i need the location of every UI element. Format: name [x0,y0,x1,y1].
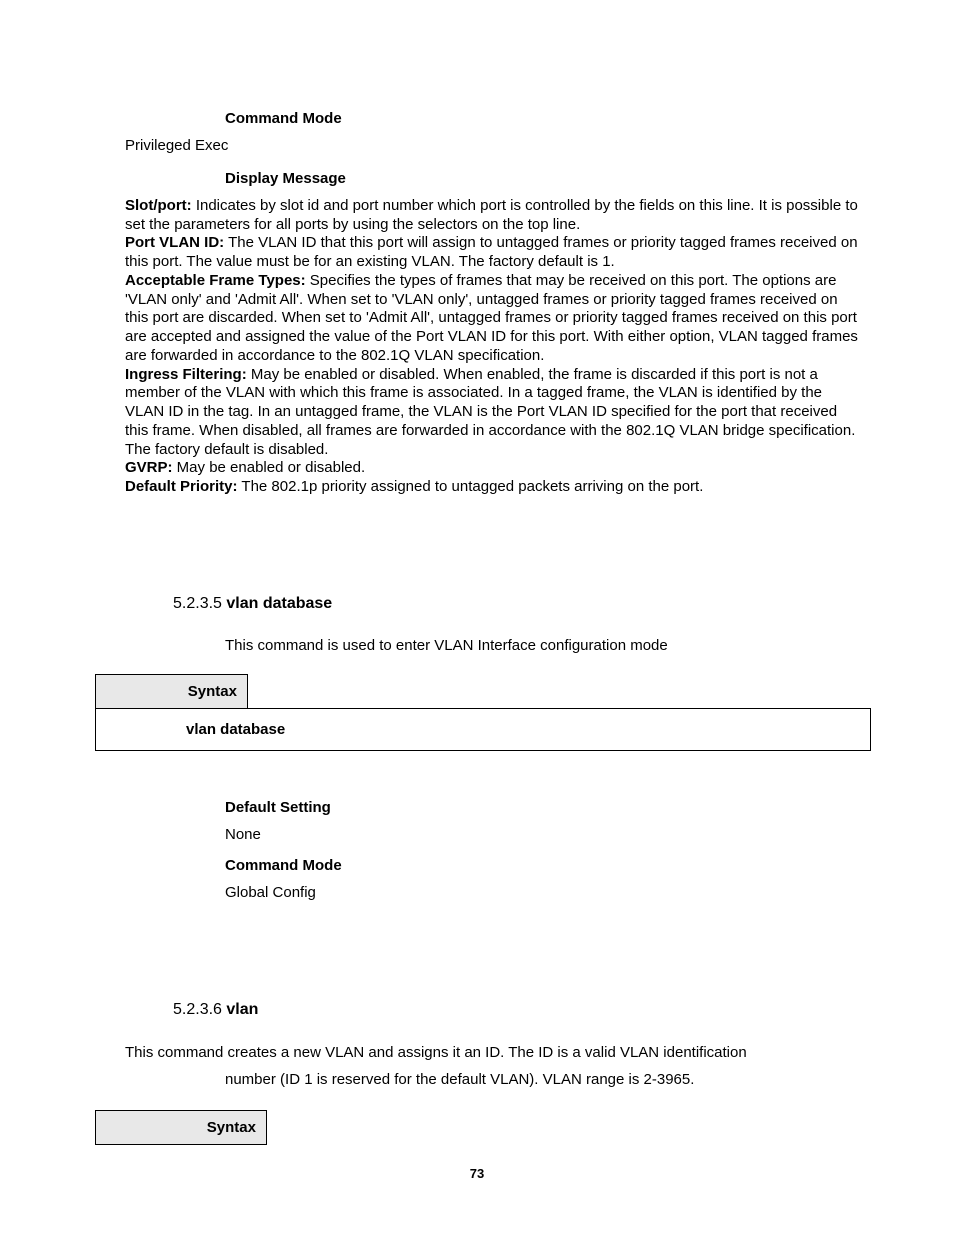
command-mode-value: Privileged Exec [125,137,859,156]
section-5236-heading: 5.2.3.6 vlan [173,1001,859,1019]
syntax-table-5236: Syntax [95,1110,267,1145]
def-acceptable: Acceptable Frame Types: Specifies the ty… [125,272,859,366]
def-ingress-label: Ingress Filtering: [125,366,247,383]
syntax-label-5236: Syntax [96,1110,267,1144]
def-portvlanid-text: The VLAN ID that this port will assign t… [125,234,858,270]
syntax-cmd-cell-5235: vlan database [96,708,871,750]
display-message-heading: Display Message [225,170,859,187]
section-5235-subblock: Default Setting None Command Mode Global… [225,799,859,901]
def-default-priority-label: Default Priority: [125,478,238,495]
default-setting-label-5235: Default Setting [225,799,859,816]
def-acceptable-label: Acceptable Frame Types: [125,272,306,289]
page-number: 73 [0,1166,954,1181]
def-default-priority-text: The 802.1p priority assigned to untagged… [238,478,704,495]
document-page: Command Mode Privileged Exec Display Mes… [0,0,954,1235]
def-gvrp-label: GVRP: [125,459,173,476]
command-mode-heading: Command Mode [225,110,859,127]
cmd-mode-label-5235: Command Mode [225,857,859,874]
cmd-mode-value-5235: Global Config [225,884,859,901]
def-slotport-text: Indicates by slot id and port number whi… [125,197,858,233]
syntax-label-5235: Syntax [96,674,248,708]
def-slotport-label: Slot/port: [125,197,192,214]
def-slotport: Slot/port: Indicates by slot id and port… [125,197,859,235]
def-gvrp: GVRP: May be enabled or disabled. [125,459,859,478]
def-ingress: Ingress Filtering: May be enabled or dis… [125,366,859,460]
syntax-cmd-5235: vlan database [106,721,860,738]
section-5235-desc: This command is used to enter VLAN Inter… [225,635,859,656]
section-5235-name: vlan database [226,595,332,612]
def-portvlanid: Port VLAN ID: The VLAN ID that this port… [125,234,859,272]
def-gvrp-text: May be enabled or disabled. [173,459,366,476]
section-5236-desc-line2: number (ID 1 is reserved for the default… [225,1071,859,1088]
def-default-priority: Default Priority: The 802.1p priority as… [125,478,859,497]
def-portvlanid-label: Port VLAN ID: [125,234,224,251]
default-setting-value-5235: None [225,826,859,843]
syntax-table-5235: Syntax vlan database [95,674,871,751]
section-5236-desc-line1: This command creates a new VLAN and assi… [125,1041,859,1065]
section-5235-heading: 5.2.3.5 vlan database [173,595,859,613]
syntax-blank-5235 [248,674,871,708]
section-5235-num: 5.2.3.5 [173,595,226,612]
section-5236-name: vlan [226,1001,258,1018]
section-5236-num: 5.2.3.6 [173,1001,226,1018]
